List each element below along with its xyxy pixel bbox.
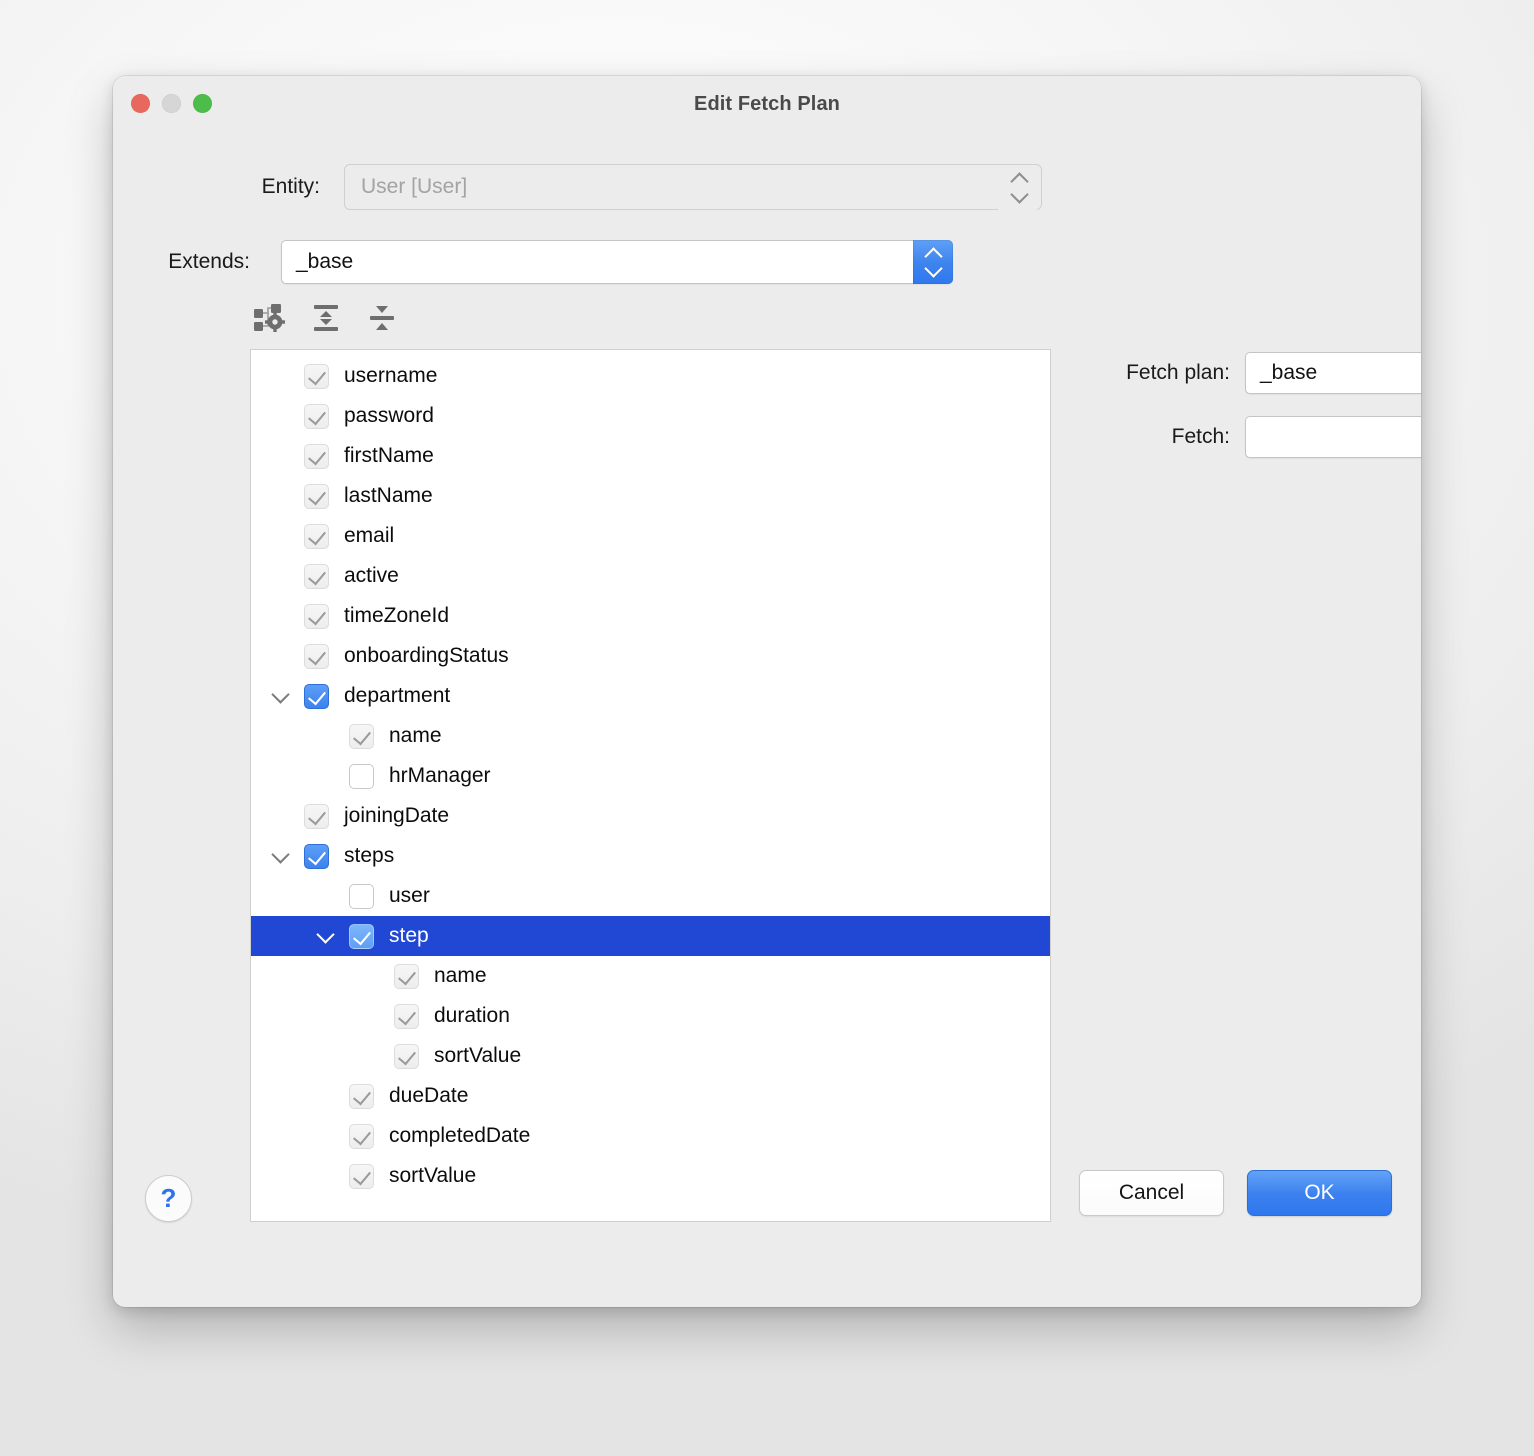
tree-item-label: email [344, 524, 395, 547]
tree-item-label: hrManager [389, 764, 491, 787]
tree-item-label: password [344, 404, 434, 427]
tree-item-label: steps [344, 844, 395, 867]
extends-field-row: Extends: _base [113, 240, 1421, 284]
tree-row[interactable]: user [251, 876, 1050, 916]
tree-row[interactable]: joiningDate [251, 796, 1050, 836]
tree-row[interactable]: sortValue [251, 1036, 1050, 1076]
entity-combobox: User [User] [344, 164, 1042, 210]
help-icon: ? [160, 1183, 177, 1213]
tree-item-label: active [344, 564, 399, 587]
tree-row[interactable]: name [251, 956, 1050, 996]
tree-item-checkbox[interactable] [394, 963, 419, 989]
tree-row[interactable]: dueDate [251, 1076, 1050, 1116]
collapse-all-button[interactable] [362, 301, 402, 339]
tree-item-checkbox[interactable] [349, 883, 374, 909]
tree-item-label: name [434, 964, 487, 987]
tree-item-label: user [389, 884, 430, 907]
tree-row[interactable]: active [251, 556, 1050, 596]
tree-row[interactable]: name [251, 716, 1050, 756]
tree-row[interactable]: hrManager [251, 756, 1050, 796]
tree-item-label: timeZoneId [344, 604, 450, 627]
tree-item-label: sortValue [389, 1164, 477, 1187]
chevron-down-icon[interactable] [269, 684, 291, 707]
extends-combobox[interactable]: _base [281, 240, 953, 284]
edit-structure-button[interactable] [250, 301, 290, 339]
extends-stepper-icon[interactable] [913, 240, 953, 284]
entity-value: User [User] [361, 175, 468, 198]
tree-row[interactable]: step [251, 916, 1050, 956]
expand-all-button[interactable] [306, 301, 346, 339]
tree-item-checkbox[interactable] [304, 563, 329, 589]
tree-row[interactable]: password [251, 396, 1050, 436]
window-titlebar: Edit Fetch Plan [113, 76, 1421, 132]
fetch-plan-label: Fetch plan: [1126, 361, 1230, 384]
tree-row[interactable]: sortValue [251, 1156, 1050, 1196]
tree-item-label: duration [434, 1004, 510, 1027]
chevron-down-icon[interactable] [314, 924, 336, 947]
tree-item-checkbox[interactable] [349, 1083, 374, 1109]
tree-item-checkbox[interactable] [304, 443, 329, 469]
tree-item-checkbox[interactable] [304, 683, 329, 709]
fetch-combobox[interactable] [1245, 416, 1421, 458]
tree-item-checkbox[interactable] [394, 1043, 419, 1069]
tree-row[interactable]: lastName [251, 476, 1050, 516]
tree-item-label: sortValue [434, 1044, 522, 1067]
tree-row[interactable]: steps [251, 836, 1050, 876]
tree-item-checkbox[interactable] [349, 923, 374, 949]
help-button[interactable]: ? [145, 1175, 192, 1222]
tree-item-checkbox[interactable] [349, 723, 374, 749]
tree-item-label: dueDate [389, 1084, 469, 1107]
tree-item-checkbox[interactable] [304, 643, 329, 669]
tree-item-label: firstName [344, 444, 434, 467]
expand-all-icon [311, 303, 341, 338]
tree-item-label: lastName [344, 484, 433, 507]
fetch-label: Fetch: [1171, 425, 1230, 448]
tree-item-checkbox[interactable] [304, 483, 329, 509]
tree-item-checkbox[interactable] [304, 523, 329, 549]
tree-toolbar [250, 298, 402, 342]
tree-item-checkbox[interactable] [304, 403, 329, 429]
fetch-row: Fetch: [1068, 416, 1421, 458]
tree-row[interactable]: duration [251, 996, 1050, 1036]
tree-item-checkbox[interactable] [304, 603, 329, 629]
tree-item-checkbox[interactable] [394, 1003, 419, 1029]
tree-item-checkbox[interactable] [349, 1163, 374, 1189]
tree-item-label: step [389, 924, 429, 947]
tree-item-checkbox[interactable] [304, 363, 329, 389]
tree-item-label: completedDate [389, 1124, 531, 1147]
extends-value: _base [296, 250, 354, 273]
window-title: Edit Fetch Plan [694, 93, 840, 115]
tree-item-label: name [389, 724, 442, 747]
tree-row[interactable]: firstName [251, 436, 1050, 476]
attributes-tree-panel[interactable]: username password firstName lastName email ac… [250, 349, 1051, 1222]
tree-item-checkbox[interactable] [304, 843, 329, 869]
attributes-tree: username password firstName lastName email ac… [251, 350, 1050, 1221]
fetch-plan-combobox[interactable]: _base [1245, 352, 1421, 394]
cancel-button[interactable]: Cancel [1079, 1170, 1224, 1216]
fetch-plan-value: _base [1260, 361, 1318, 384]
tree-item-checkbox[interactable] [304, 803, 329, 829]
tree-row[interactable]: onboardingStatus [251, 636, 1050, 676]
entity-field-row: Entity: User [User] [113, 164, 1421, 210]
fetch-plan-row: Fetch plan: _base [1068, 352, 1421, 394]
ok-button[interactable]: OK [1247, 1170, 1392, 1216]
edit-structure-icon [253, 303, 287, 338]
chevron-down-icon[interactable] [269, 844, 291, 867]
tree-item-checkbox[interactable] [349, 1123, 374, 1149]
tree-item-label: department [344, 684, 451, 707]
edit-fetch-plan-dialog: Edit Fetch Plan Entity: User [User] Exte… [113, 76, 1421, 1307]
tree-row[interactable]: timeZoneId [251, 596, 1050, 636]
tree-row[interactable]: username [251, 356, 1050, 396]
tree-item-label: joiningDate [344, 804, 450, 827]
tree-item-checkbox[interactable] [349, 763, 374, 789]
entity-stepper-icon [998, 166, 1040, 210]
tree-item-label: username [344, 364, 438, 387]
collapse-all-icon [367, 303, 397, 338]
tree-item-label: onboardingStatus [344, 644, 509, 667]
tree-row[interactable]: completedDate [251, 1116, 1050, 1156]
extends-label: Extends: [168, 250, 250, 273]
entity-label: Entity: [261, 175, 320, 198]
tree-row[interactable]: email [251, 516, 1050, 556]
tree-row[interactable]: department [251, 676, 1050, 716]
